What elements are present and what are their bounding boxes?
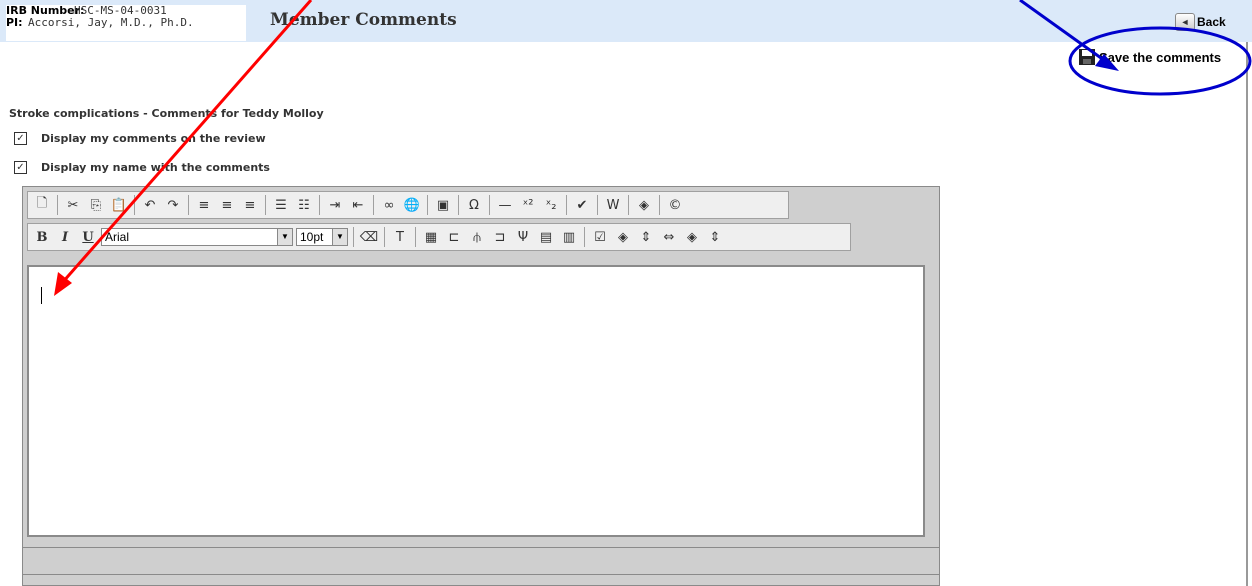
editor-toolbar-1: 🗋 ✂ ⎘ 📋 ↶ ↷ ≡ ≡ ≡ ☰ ☷ ⇥ ⇤ ∞ 🌐 ▣ Ω — ˣ² ˣ… bbox=[27, 191, 789, 219]
link-icon[interactable]: ∞ bbox=[379, 195, 399, 215]
toolbar-separator bbox=[265, 195, 266, 215]
row-height-icon[interactable]: ⇕ bbox=[636, 227, 656, 247]
text-caret bbox=[41, 287, 42, 304]
fill-icon[interactable]: ◈ bbox=[613, 227, 633, 247]
toolbar-separator bbox=[427, 195, 428, 215]
display-name-option[interactable]: ✓ Display my name with the comments bbox=[14, 161, 270, 174]
toolbar-separator bbox=[458, 195, 459, 215]
new-document-icon[interactable]: 🗋 bbox=[32, 195, 52, 215]
size-select-value: 10pt bbox=[300, 230, 324, 244]
merge-cell-icon[interactable]: Ψ bbox=[513, 227, 533, 247]
toolbar-separator bbox=[489, 195, 490, 215]
split-cell-icon[interactable]: ⫛ bbox=[467, 227, 487, 247]
align-left-icon[interactable]: ≡ bbox=[194, 195, 214, 215]
section-title: Stroke complications - Comments for Tedd… bbox=[9, 107, 324, 120]
special-char-icon[interactable]: Ω bbox=[464, 195, 484, 215]
page-header: IRB Number:HSC-MS-04-0031 PI: Accorsi, Ja… bbox=[0, 0, 1252, 42]
insert-column-icon[interactable]: ⊐ bbox=[490, 227, 510, 247]
save-comments-label: Save the comments bbox=[1099, 49, 1222, 65]
back-label: Back bbox=[1197, 15, 1226, 29]
ordered-list-icon[interactable]: ☰ bbox=[271, 195, 291, 215]
save-comments-button[interactable]: Save the comments bbox=[1079, 49, 1221, 65]
align-right-icon[interactable]: ≡ bbox=[240, 195, 260, 215]
size-select[interactable]: 10pt ▼ bbox=[296, 228, 348, 246]
right-divider bbox=[1246, 42, 1248, 586]
undo-icon[interactable]: ↶ bbox=[140, 195, 160, 215]
floppy-disk-icon bbox=[1079, 49, 1095, 65]
display-comments-checkbox[interactable]: ✓ bbox=[14, 132, 27, 145]
unordered-list-icon[interactable]: ☷ bbox=[294, 195, 314, 215]
table-props-icon[interactable]: ▤ bbox=[536, 227, 556, 247]
display-comments-option[interactable]: ✓ Display my comments on the review bbox=[14, 132, 266, 145]
eraser-icon[interactable]: ⌫ bbox=[359, 227, 379, 247]
back-button[interactable]: ◄ Back bbox=[1175, 13, 1226, 31]
horizontal-rule-icon[interactable]: — bbox=[495, 195, 515, 215]
superscript-icon[interactable]: ˣ² bbox=[518, 195, 538, 215]
toolbar-separator bbox=[373, 195, 374, 215]
copyright-icon[interactable]: © bbox=[665, 195, 685, 215]
toolbar-separator bbox=[353, 227, 354, 247]
display-name-checkbox[interactable]: ✓ bbox=[14, 161, 27, 174]
font-select[interactable]: Arial ▼ bbox=[101, 228, 293, 246]
toolbar-separator bbox=[57, 195, 58, 215]
comment-edit-area[interactable] bbox=[27, 265, 925, 537]
fill-icon-2[interactable]: ◈ bbox=[682, 227, 702, 247]
back-arrow-icon: ◄ bbox=[1175, 13, 1195, 31]
copy-icon[interactable]: ⎘ bbox=[86, 195, 106, 215]
bold-icon[interactable]: B bbox=[32, 227, 52, 247]
insert-row-icon[interactable]: ⊏ bbox=[444, 227, 464, 247]
toolbar-separator bbox=[566, 195, 567, 215]
toolbar-separator bbox=[188, 195, 189, 215]
hyperlink-icon[interactable]: 🌐 bbox=[402, 195, 422, 215]
underline-icon[interactable]: U bbox=[78, 227, 98, 247]
subscript-icon[interactable]: ˣ₂ bbox=[541, 195, 561, 215]
toolbar-separator bbox=[319, 195, 320, 215]
spellcheck-icon[interactable]: ✔ bbox=[572, 195, 592, 215]
indent-icon[interactable]: ⇥ bbox=[325, 195, 345, 215]
align-center-icon[interactable]: ≡ bbox=[217, 195, 237, 215]
pi-value: Accorsi, Jay, M.D., Ph.D. bbox=[28, 16, 194, 29]
toolbar-separator bbox=[134, 195, 135, 215]
cut-icon[interactable]: ✂ bbox=[63, 195, 83, 215]
editor-status-bar bbox=[23, 547, 939, 575]
font-select-value: Arial bbox=[105, 230, 130, 244]
chevron-down-icon: ▼ bbox=[332, 229, 347, 245]
display-comments-label: Display my comments on the review bbox=[41, 132, 266, 145]
cell-props-icon[interactable]: ▥ bbox=[559, 227, 579, 247]
editor-toolbar-2: B I U Arial ▼ 10pt ▼ ⌫ T ▦ ⊏ ⫛ ⊐ Ψ ▤ ▥ ☑… bbox=[27, 223, 851, 251]
display-name-label: Display my name with the comments bbox=[41, 161, 270, 174]
image-icon[interactable]: ▣ bbox=[433, 195, 453, 215]
properties-icon[interactable]: ☑ bbox=[590, 227, 610, 247]
toolbar-separator bbox=[415, 227, 416, 247]
chevron-down-icon: ▼ bbox=[277, 229, 292, 245]
italic-icon[interactable]: I bbox=[55, 227, 75, 247]
pi-label: PI: bbox=[6, 16, 23, 29]
text-color-icon[interactable]: T bbox=[390, 227, 410, 247]
redo-icon[interactable]: ↷ bbox=[163, 195, 183, 215]
toolbar-separator bbox=[584, 227, 585, 247]
page-title: Member Comments bbox=[270, 10, 457, 30]
word-paste-icon[interactable]: W bbox=[603, 195, 623, 215]
column-width-icon[interactable]: ⇔ bbox=[659, 227, 679, 247]
paste-icon[interactable]: 📋 bbox=[109, 195, 129, 215]
rich-text-editor: 🗋 ✂ ⎘ 📋 ↶ ↷ ≡ ≡ ≡ ☰ ☷ ⇥ ⇤ ∞ 🌐 ▣ Ω — ˣ² ˣ… bbox=[22, 186, 940, 586]
outdent-icon[interactable]: ⇤ bbox=[348, 195, 368, 215]
table-icon[interactable]: ▦ bbox=[421, 227, 441, 247]
column-width-icon-2[interactable]: ⇕ bbox=[705, 227, 725, 247]
toolbar-separator bbox=[597, 195, 598, 215]
toolbar-separator bbox=[659, 195, 660, 215]
irb-info-box: IRB Number:HSC-MS-04-0031 PI: Accorsi, Ja… bbox=[6, 5, 246, 41]
toolbar-separator bbox=[384, 227, 385, 247]
style-icon[interactable]: ◈ bbox=[634, 195, 654, 215]
toolbar-separator bbox=[628, 195, 629, 215]
